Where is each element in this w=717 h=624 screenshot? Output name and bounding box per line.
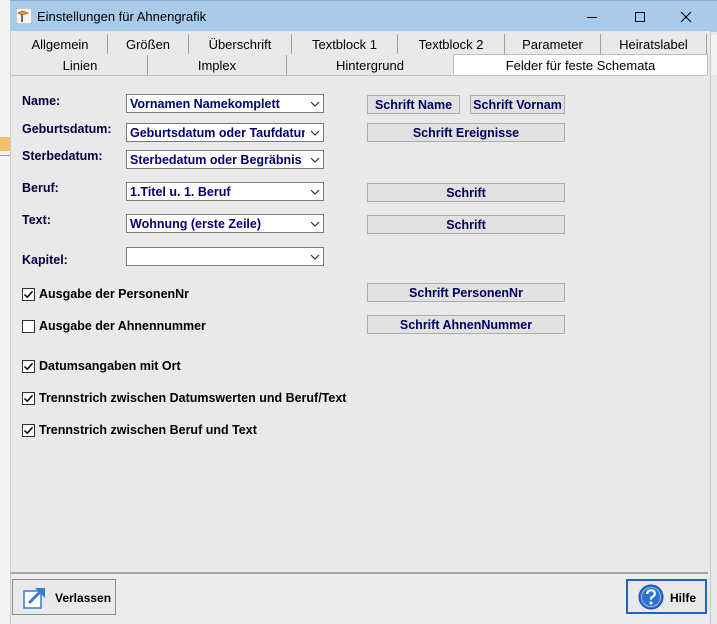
minimize-button[interactable] [569,1,615,32]
datum-ort-checkbox[interactable] [22,360,35,373]
ahnennummer-checkbox[interactable] [22,320,35,333]
chevron-down-icon [310,130,320,136]
geburtsdatum-label: Geburtsdatum: [22,122,112,136]
background-divider [0,155,10,156]
text-label: Text: [22,213,51,227]
sterbedatum-select-value: Sterbedatum oder Begräbnis [130,153,302,167]
background-toolbar-mark [0,137,10,151]
close-button[interactable] [663,1,709,32]
schrift-vorname-button[interactable]: Schrift Vornam [470,95,565,114]
checkmark-icon [23,362,34,371]
sterbedatum-select[interactable]: Sterbedatum oder Begräbnis [126,150,324,169]
help-question-icon [638,584,664,610]
schrift-ereignisse-button[interactable]: Schrift Ereignisse [367,123,565,142]
trenn-datum-checkbox[interactable] [22,392,35,405]
chevron-down-icon [310,254,320,260]
schrift-name-button[interactable]: Schrift Name [367,95,460,114]
verlassen-button[interactable]: Verlassen [12,579,116,615]
beruf-select[interactable]: 1.Titel u. 1. Beruf [126,182,324,201]
text-select-value: Wohnung (erste Zeile) [130,217,262,231]
datum-ort-checkbox-label[interactable]: Datumsangaben mit Ort [39,359,181,373]
personennr-checkbox-label[interactable]: Ausgabe der PersonenNr [39,287,189,301]
chevron-down-icon [310,157,320,163]
tab-textblock-2[interactable]: Textblock 2 [398,34,505,54]
tab-groessen[interactable]: Größen [108,34,189,54]
beruf-select-value: 1.Titel u. 1. Beruf [130,185,231,199]
tab-row-2: Linien Implex Hintergrund Felder für fes… [13,54,708,76]
schrift-ahnennummer-button[interactable]: Schrift AhnenNummer [367,315,565,334]
footer-bar: Verlassen Hilfe [11,574,708,624]
sterbedatum-label: Sterbedatum: [22,149,103,163]
hilfe-button-label: Hilfe [670,591,697,605]
trenn-beruf-checkbox-label[interactable]: Trennstrich zwischen Beruf und Text [39,423,257,437]
window-title: Einstellungen für Ahnengrafik [37,9,207,24]
beruf-label: Beruf: [22,181,59,195]
name-select-value: Vornamen Namekomplett [130,97,280,111]
tab-panel-felder: Name: Vornamen Namekomplett Geburtsdatum… [11,76,708,572]
verlassen-button-label: Verlassen [55,591,112,605]
tab-allgemein[interactable]: Allgemein [13,34,108,54]
trenn-datum-checkbox-label[interactable]: Trennstrich zwischen Datumswerten und Be… [39,391,346,405]
geburtsdatum-select-value: Geburtsdatum oder Taufdatum [130,126,305,140]
maximize-icon [635,11,645,22]
schrift-text-button[interactable]: Schrift [367,215,565,234]
trenn-beruf-checkbox[interactable] [22,424,35,437]
chevron-down-icon [310,189,320,195]
tab-heiratslabel[interactable]: Heiratslabel [601,34,707,54]
tab-linien[interactable]: Linien [13,55,148,75]
chevron-down-icon [310,101,320,107]
minimize-icon [587,16,597,18]
schrift-personennr-button[interactable]: Schrift PersonenNr [367,283,565,302]
hilfe-button[interactable]: Hilfe [626,579,707,614]
app-flag-icon [16,8,32,24]
kapitel-label: Kapitel: [22,253,68,267]
tab-implex[interactable]: Implex [148,55,287,75]
checkmark-icon [23,290,34,299]
tab-row-1: Allgemein Größen Überschrift Textblock 1… [13,34,708,54]
ahnennummer-checkbox-label[interactable]: Ausgabe der Ahnennummer [39,319,206,333]
chevron-down-icon [310,221,320,227]
kapitel-select[interactable] [126,247,324,266]
maximize-button[interactable] [617,1,663,32]
background-app-edge [0,0,10,624]
close-icon [680,11,692,22]
title-bar[interactable]: Einstellungen für Ahnengrafik [10,0,717,32]
name-select[interactable]: Vornamen Namekomplett [126,94,324,113]
schrift-beruf-button[interactable]: Schrift [367,183,565,202]
name-label: Name: [22,94,61,108]
tab-textblock-1[interactable]: Textblock 1 [292,34,398,54]
tab-felder-fuer-feste-schemata[interactable]: Felder für feste Schemata [453,54,708,76]
tab-hintergrund[interactable]: Hintergrund [287,55,453,75]
geburtsdatum-select[interactable]: Geburtsdatum oder Taufdatum [126,123,324,142]
settings-dialog: Allgemein Größen Überschrift Textblock 1… [10,31,711,624]
exit-arrow-icon [23,587,45,609]
tab-ueberschrift[interactable]: Überschrift [189,34,292,54]
checkmark-icon [23,426,34,435]
personennr-checkbox[interactable] [22,288,35,301]
checkmark-icon [23,394,34,403]
tab-parameter[interactable]: Parameter [505,34,601,54]
text-select[interactable]: Wohnung (erste Zeile) [126,214,324,233]
